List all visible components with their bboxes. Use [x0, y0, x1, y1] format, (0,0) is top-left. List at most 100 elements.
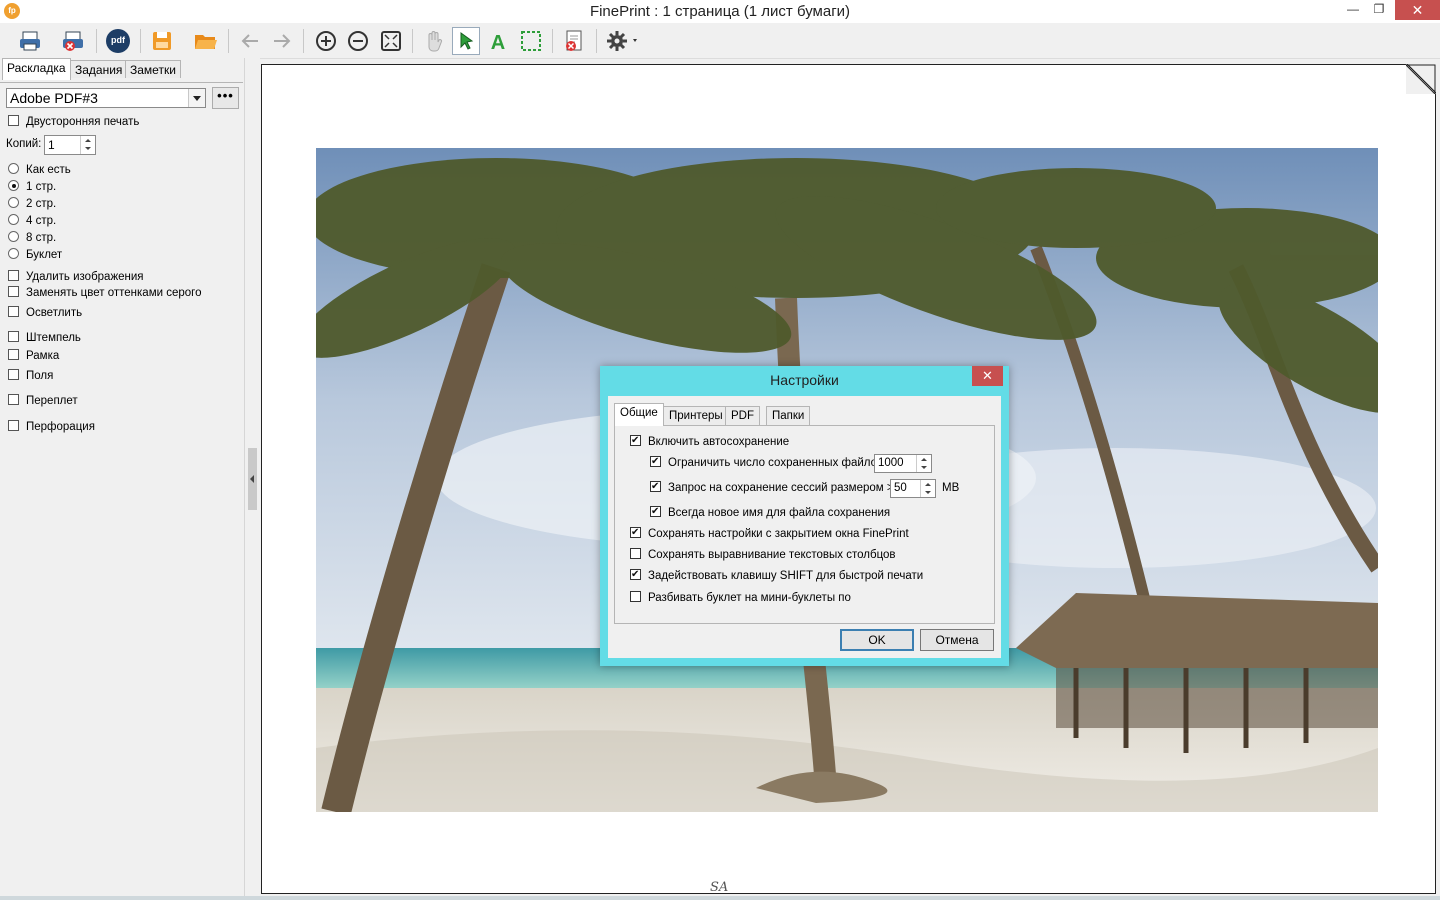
cancel-button[interactable]: Отмена — [920, 629, 994, 651]
open-folder-icon[interactable] — [192, 27, 220, 55]
spin-arrows-icon[interactable] — [80, 136, 95, 154]
layout-panel: Раскладка Задания Заметки Adobe PDF#3 ••… — [0, 58, 244, 900]
max-files-stepper[interactable]: 1000 — [874, 454, 932, 473]
remove-images-checkbox[interactable]: Удалить изображения — [8, 270, 144, 285]
layout-option-booklet[interactable]: Буклет — [8, 248, 62, 263]
tab-notes[interactable]: Заметки — [125, 60, 181, 78]
option-label: Переплет — [26, 395, 78, 407]
frame-checkbox[interactable]: Рамка — [8, 349, 59, 364]
layout-option-label: 1 стр. — [26, 181, 57, 193]
delete-page-icon[interactable] — [560, 27, 588, 55]
close-button[interactable]: ✕ — [1395, 0, 1440, 20]
layout-option-label: Буклет — [26, 249, 63, 261]
lighten-checkbox[interactable]: Осветлить — [8, 306, 82, 321]
cancel-print-icon[interactable] — [59, 27, 87, 55]
layout-option-8-pages[interactable]: 8 стр. — [8, 231, 56, 246]
option-label: Поля — [26, 370, 54, 382]
forward-icon[interactable] — [268, 27, 296, 55]
layout-option-label: 8 стр. — [26, 232, 57, 244]
perforation-checkbox[interactable]: Перфорация — [8, 420, 95, 435]
tab-jobs[interactable]: Задания — [70, 60, 128, 78]
selection-rect-icon[interactable] — [517, 27, 545, 55]
window-title: FinePrint : 1 страница (1 лист бумаги) — [589, 3, 851, 20]
svg-text:pdf: pdf — [111, 35, 126, 45]
grayscale-checkbox[interactable]: Заменять цвет оттенками серого — [8, 286, 202, 301]
copies-label: Копий: — [6, 138, 42, 150]
restore-button[interactable]: ❐ — [1364, 0, 1394, 20]
tab-printers[interactable]: Принтеры — [663, 406, 729, 425]
dialog-title: Настройки — [770, 372, 839, 388]
tab-folders[interactable]: Папки — [766, 406, 811, 425]
panel-splitter[interactable] — [244, 58, 260, 900]
session-size-stepper[interactable]: 50 — [890, 479, 936, 498]
duplex-label: Двусторонняя печать — [26, 116, 140, 128]
settings-dialog: Настройки ✕ Общие Принтеры PDF Папки Вкл… — [600, 366, 1009, 666]
max-files-value: 1000 — [878, 457, 904, 469]
limit-files-checkbox[interactable]: Ограничить число сохраненных файлов — [650, 454, 884, 471]
layout-option-label: 2 стр. — [26, 198, 57, 210]
option-label: Всегда новое имя для файла сохранения — [668, 507, 891, 519]
binding-checkbox[interactable]: Переплет — [8, 394, 78, 409]
fit-page-icon[interactable] — [377, 27, 405, 55]
tab-layout[interactable]: Раскладка — [2, 58, 71, 80]
copies-stepper[interactable]: 1 — [44, 135, 96, 155]
save-alignment-checkbox[interactable]: Сохранять выравнивание текстовых столбцо… — [630, 548, 896, 563]
split-booklet-checkbox[interactable]: Разбивать буклет на мини-буклеты по — [630, 591, 851, 606]
layout-option-label: 4 стр. — [26, 215, 57, 227]
option-label: Сохранять настройки с закрытием окна Fin… — [648, 528, 909, 540]
autosave-checkbox[interactable]: Включить автосохранение — [630, 433, 790, 450]
pdf-pro-icon[interactable]: pdf — [104, 27, 132, 55]
shift-quick-print-checkbox[interactable]: Задействовать клавишу SHIFT для быстрой … — [630, 567, 924, 584]
dialog-close-button[interactable]: ✕ — [972, 366, 1003, 386]
select-arrow-icon[interactable] — [452, 27, 480, 55]
settings-gear-icon[interactable] — [604, 27, 644, 55]
chevron-down-icon[interactable] — [188, 89, 205, 107]
option-label: Осветлить — [26, 307, 83, 319]
dialog-body: Общие Принтеры PDF Папки Включить автосо… — [608, 396, 1001, 658]
option-label: Задействовать клавишу SHIFT для быстрой … — [648, 570, 924, 582]
svg-text:A: A — [491, 32, 505, 53]
tab-general[interactable]: Общие — [614, 403, 664, 426]
tab-pdf[interactable]: PDF — [725, 406, 760, 425]
option-label: Включить автосохранение — [648, 436, 790, 448]
session-size-unit: MB — [942, 482, 960, 494]
collapse-arrow-icon[interactable] — [248, 448, 257, 510]
option-label: Удалить изображения — [26, 271, 144, 283]
zoom-in-icon[interactable] — [312, 27, 340, 55]
page-fold-icon — [1405, 63, 1437, 95]
printer-select-value: Adobe PDF#3 — [10, 90, 98, 106]
option-label: Разбивать буклет на мини-буклеты по — [648, 592, 851, 604]
spin-arrows-icon[interactable] — [916, 455, 931, 472]
session-size-value: 50 — [894, 482, 907, 494]
layout-option-as-is[interactable]: Как есть — [8, 163, 71, 178]
stamp-checkbox[interactable]: Штемпель — [8, 331, 81, 346]
option-label: Рамка — [26, 350, 60, 362]
copies-value: 1 — [48, 138, 55, 152]
option-label: Сохранять выравнивание текстовых столбцо… — [648, 549, 896, 561]
status-bar — [0, 896, 1440, 900]
option-label: Перфорация — [26, 421, 95, 433]
zoom-out-icon[interactable] — [344, 27, 372, 55]
save-icon[interactable] — [148, 27, 176, 55]
print-icon[interactable] — [16, 27, 44, 55]
toolbar: pdf A — [0, 23, 1440, 59]
save-settings-checkbox[interactable]: Сохранять настройки с закрытием окна Fin… — [630, 525, 909, 542]
spin-arrows-icon[interactable] — [920, 480, 935, 497]
printer-select[interactable]: Adobe PDF#3 — [6, 88, 206, 108]
ask-session-save-checkbox[interactable]: Запрос на сохранение сессий размером > — [650, 479, 894, 496]
hand-icon[interactable] — [420, 27, 448, 55]
ok-button[interactable]: OK — [840, 629, 914, 651]
option-label: Ограничить число сохраненных файлов — [668, 457, 884, 469]
always-new-name-checkbox[interactable]: Всегда новое имя для файла сохранения — [650, 504, 891, 521]
title-bar: fp FinePrint : 1 страница (1 лист бумаги… — [0, 0, 1440, 23]
layout-option-2-pages[interactable]: 2 стр. — [8, 197, 56, 212]
option-label: Штемпель — [26, 332, 81, 344]
text-tool-icon[interactable]: A — [484, 27, 512, 55]
duplex-checkbox[interactable]: Двусторонняя печать — [8, 115, 139, 130]
back-icon[interactable] — [236, 27, 264, 55]
printer-options-button[interactable]: ••• — [212, 87, 239, 109]
layout-option-1-page[interactable]: 1 стр. — [8, 180, 56, 195]
layout-option-4-pages[interactable]: 4 стр. — [8, 214, 56, 229]
margins-checkbox[interactable]: Поля — [8, 369, 53, 384]
option-label: Запрос на сохранение сессий размером > — [668, 482, 894, 494]
